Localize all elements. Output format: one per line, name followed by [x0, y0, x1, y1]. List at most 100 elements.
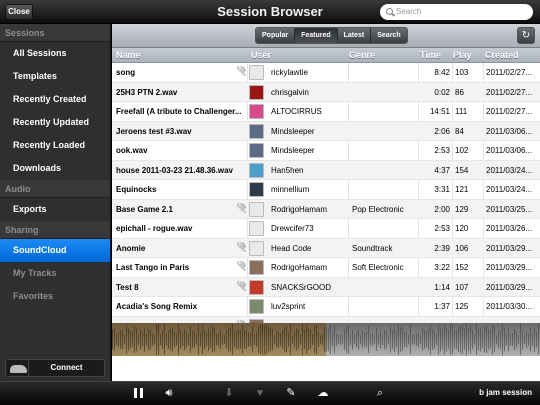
paperclip-icon: 📎︎ [236, 66, 246, 77]
table-row[interactable]: Last Tango in Paris RodrigoHamam Soft Elec… [112, 258, 540, 278]
table-row[interactable]: Base Game 2.1 RodrigoHamam Pop Electronic 2… [112, 199, 540, 219]
avatar [249, 299, 264, 314]
session-play-count: 120 [455, 224, 469, 233]
session-created: 2011/03/29... [486, 282, 533, 292]
tab-segmented-control: Popular Featured Latest Search [255, 27, 408, 44]
session-time: 3:31 [434, 185, 450, 194]
session-name: ook.wav [116, 146, 148, 155]
sidebar-item-exports[interactable]: Exports [0, 198, 110, 221]
session-user: SNACKSrGOOD [271, 282, 332, 292]
session-time: 2:39 [434, 243, 450, 253]
session-play-count: 103 [455, 68, 469, 77]
session-created: 2011/03/06... [486, 126, 533, 136]
table-row[interactable]: Anomie Head Code Soundtrack 2:39 106 2011/03/… [112, 238, 540, 258]
avatar [249, 201, 264, 217]
section-header-sessions: Sessions [0, 24, 110, 42]
session-time: 1:14 [434, 282, 450, 292]
session-name: Equinocks [116, 185, 157, 194]
column-header-created[interactable]: Created [485, 50, 519, 60]
column-header-time[interactable]: Time [420, 50, 441, 60]
download-icon[interactable]: ⬇ [222, 386, 236, 400]
table-row[interactable]: epichall - rogue.wav Drewcifer73 2:53 120 20… [112, 219, 540, 239]
comment-icon[interactable]: ☁ [316, 386, 330, 400]
refresh-icon[interactable]: ↻ [517, 27, 535, 44]
pause-icon[interactable] [134, 388, 143, 398]
title-bar: Close Session Browser Search [0, 0, 540, 24]
pencil-icon[interactable]: ✎ [284, 386, 298, 400]
session-name: Acadia's Song Remix [116, 302, 198, 311]
volume-icon[interactable]: 🔊︎ [162, 386, 176, 400]
search-icon[interactable]: ⌕ [373, 386, 387, 400]
avatar [249, 260, 264, 275]
table-row[interactable]: Acadia's Song Remix luv2sprint 1:37 125 2011… [112, 297, 540, 317]
session-time: 2:06 [434, 126, 450, 136]
player-bar: 🔊︎ ⬇ ♥ ✎ ☁ ⌕ b jam session [0, 381, 540, 405]
tab-latest[interactable]: Latest [337, 28, 372, 43]
sidebar-item-recently-updated[interactable]: Recently Updated [0, 111, 110, 134]
session-created: 2011/03/06... [486, 146, 533, 155]
session-created: 2011/03/30... [486, 302, 533, 311]
session-time: 8:42 [434, 68, 450, 77]
sidebar-item-my-tracks[interactable]: My Tracks [0, 262, 110, 285]
avatar [249, 123, 264, 139]
sidebar-item-templates[interactable]: Templates [0, 65, 110, 88]
sidebar-item-soundcloud[interactable]: SoundCloud [0, 239, 110, 262]
session-user: RodrigoHamam [271, 263, 328, 272]
session-created: 2011/03/24... [486, 165, 533, 175]
toolbar: Popular Featured Latest Search ↻ [112, 24, 540, 48]
table-row[interactable]: house 2011-03-23 21.48.36.wav Han5hen 4:37… [112, 160, 540, 180]
session-created: 2011/02/27... [486, 68, 533, 77]
tab-popular[interactable]: Popular [256, 28, 296, 43]
table-row[interactable]: Jeroens test #3.wav Mindsleeper 2:06 84 2011… [112, 121, 540, 141]
session-genre: Soundtrack [352, 243, 393, 253]
section-header-sharing: Sharing [0, 221, 110, 239]
now-playing-title: b jam session [479, 388, 532, 397]
session-created: 2011/03/24... [486, 185, 533, 194]
table-row[interactable]: ook.wav Mindsleeper 2:53 102 2011/03/06... [112, 141, 540, 161]
session-time: 2:00 [434, 204, 450, 214]
session-time: 2:53 [434, 224, 450, 233]
sidebar-item-all-sessions[interactable]: All Sessions [0, 42, 110, 65]
heart-icon[interactable]: ♥ [253, 386, 267, 400]
table-row[interactable]: song rickylawtie 8:42 103 2011/02/27... 📎︎ [112, 63, 540, 83]
soundcloud-icon [10, 365, 27, 373]
table-row[interactable]: Test 8 SNACKSrGOOD 1:14 107 2011/03/29... 📎︎ [112, 277, 540, 297]
session-created: 2011/03/25... [486, 204, 533, 214]
waveform-peaks [112, 323, 539, 356]
session-play-count: 129 [455, 204, 469, 214]
session-created: 2011/03/29... [486, 263, 533, 272]
sidebar-item-recently-created[interactable]: Recently Created [0, 88, 110, 111]
session-time: 4:37 [434, 165, 450, 175]
session-user: Head Code [271, 243, 312, 253]
session-play-count: 125 [455, 302, 469, 311]
column-header-genre[interactable]: Genre [349, 50, 375, 60]
sidebar-item-favorites[interactable]: Favorites [0, 285, 110, 308]
connect-button[interactable]: Connect [5, 359, 105, 377]
session-user: Mindsleeper [271, 146, 315, 155]
sidebar-item-downloads[interactable]: Downloads [0, 157, 110, 180]
column-header-name[interactable]: Name [116, 50, 141, 60]
session-play-count: 154 [455, 165, 469, 175]
avatar [249, 84, 264, 100]
search-icon [386, 8, 393, 15]
session-play-count: 102 [455, 146, 469, 155]
waveform-scrubber[interactable] [112, 323, 540, 356]
sidebar-item-recently-loaded[interactable]: Recently Loaded [0, 134, 110, 157]
session-name: 25H3 PTN 2.wav [116, 87, 178, 97]
session-play-count: 152 [455, 263, 469, 272]
search-input[interactable]: Search [380, 4, 533, 20]
tab-search[interactable]: Search [371, 28, 407, 43]
session-play-count: 107 [455, 282, 469, 292]
avatar [249, 240, 264, 256]
tab-featured[interactable]: Featured [295, 28, 338, 43]
session-created: 2011/03/29... [486, 243, 533, 253]
table-header: Name User Genre Time Play Created [112, 48, 540, 63]
column-header-play[interactable]: Play [453, 50, 472, 60]
sidebar: Sessions All Sessions Templates Recently… [0, 24, 111, 381]
table-row[interactable]: Equinocks minnellium 3:31 121 2011/03/24... [112, 180, 540, 200]
column-header-user[interactable]: User [251, 50, 271, 60]
session-genre: Soft Electronic [352, 263, 404, 272]
table-row[interactable]: Freefall (A tribute to Challenger... ALTO… [112, 102, 540, 122]
paperclip-icon: 📎︎ [236, 202, 246, 214]
table-row[interactable]: 25H3 PTN 2.wav chrisgalvin 0:02 86 2011/02/2… [112, 82, 540, 102]
